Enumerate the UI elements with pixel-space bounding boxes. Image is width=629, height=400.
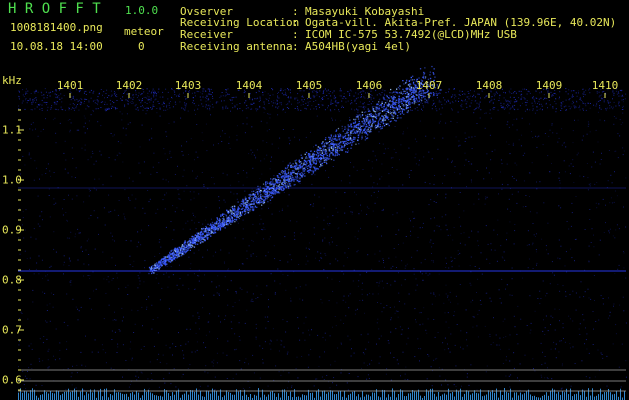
horizontal-lines xyxy=(18,187,626,392)
y-tick-label: 0.8 xyxy=(2,273,22,287)
x-tick-label: 1402 xyxy=(115,79,143,92)
x-tick-label: 1408 xyxy=(475,79,503,92)
x-tick-label: 1405 xyxy=(295,79,323,92)
x-tick-label: 1404 xyxy=(235,79,263,92)
x-tick-label: 1401 xyxy=(56,79,84,92)
x-tick-label: 1407 xyxy=(415,79,443,92)
y-unit-label: kHz xyxy=(2,74,22,87)
x-tick-label: 1403 xyxy=(174,79,202,92)
noise-layer xyxy=(18,88,627,400)
axis-ticks xyxy=(18,93,606,391)
x-tick-label: 1406 xyxy=(355,79,383,92)
meteor-echo-trace xyxy=(148,65,442,275)
x-tick-label: 1409 xyxy=(535,79,563,92)
y-tick-label: 0.6 xyxy=(2,373,22,387)
y-tick-label: 0.7 xyxy=(2,323,22,337)
y-tick-label: 1.0 xyxy=(2,173,22,187)
x-tick-label: 1410 xyxy=(591,79,619,92)
y-tick-label: 1.1 xyxy=(2,123,22,137)
y-tick-label: 0.9 xyxy=(2,223,22,237)
spectrogram-plot xyxy=(18,65,627,400)
